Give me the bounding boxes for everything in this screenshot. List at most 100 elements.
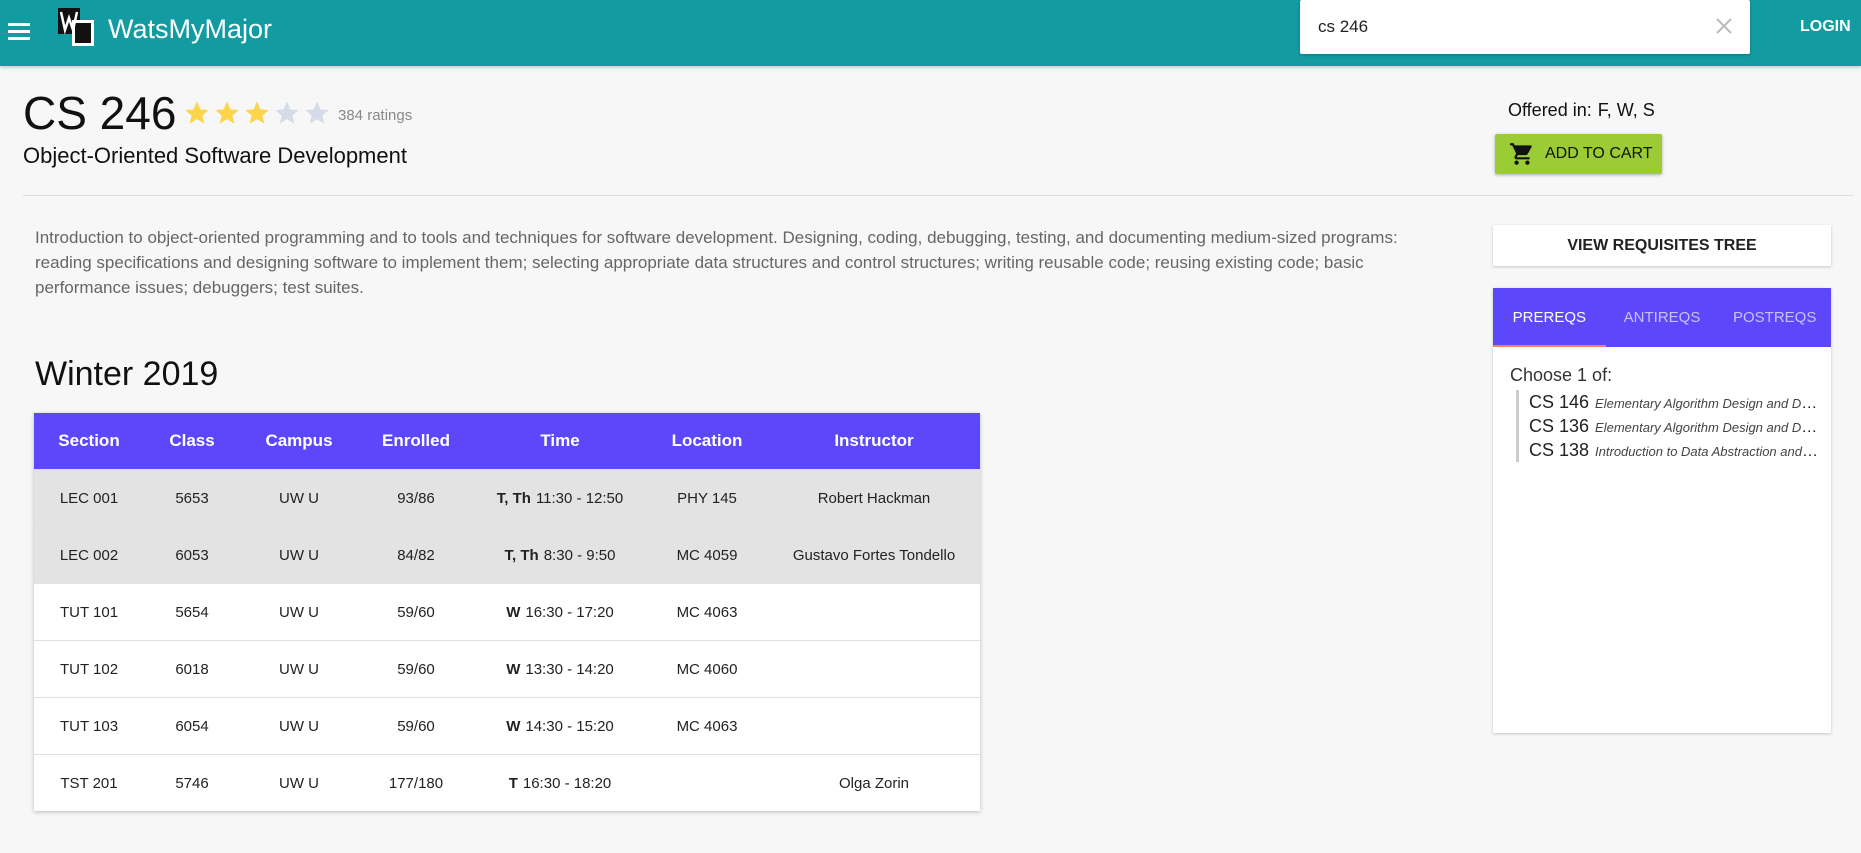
cell-class: 6053	[175, 546, 209, 564]
cell-instructor	[768, 584, 980, 640]
tab-antireqs[interactable]: ANTIREQS	[1606, 288, 1719, 347]
cart-icon	[1510, 143, 1532, 165]
prereq-name: Elementary Algorithm Design and Data Abs…	[1595, 396, 1821, 411]
close-icon[interactable]	[1712, 14, 1736, 38]
requisites-tabs: PREREQS ANTIREQS POSTREQS	[1493, 288, 1831, 347]
cell-section: LEC 002	[59, 546, 119, 564]
search-input[interactable]	[1316, 12, 1696, 42]
prereq-item[interactable]: CS 136 Elementary Algorithm Design and Da…	[1529, 414, 1821, 438]
table-row[interactable]: TST 201 5746 UW U 177/180 T 16:30 - 18:20 Olga…	[34, 754, 980, 811]
course-title: Object-Oriented Software Development	[23, 143, 407, 168]
prereq-item[interactable]: CS 146 Elementary Algorithm Design and Da…	[1529, 390, 1821, 414]
star-icon[interactable]	[183, 99, 211, 127]
cell-section: TUT 101	[59, 603, 119, 621]
top-app-bar: WatsMyMajor LOGIN	[0, 0, 1861, 66]
add-to-cart-label: ADD TO CART	[1545, 145, 1653, 162]
cell-campus: UW U	[279, 717, 319, 735]
cell-time: T, Th 11:30 - 12:50	[474, 470, 646, 526]
cell-enrolled: 84/82	[397, 546, 435, 564]
menu-icon[interactable]	[6, 20, 32, 42]
cell-location: MC 4059	[676, 546, 738, 564]
time-range: 14:30 - 15:20	[525, 717, 614, 735]
cell-campus: UW U	[279, 603, 319, 621]
cell-campus: UW U	[279, 660, 319, 678]
search-box	[1300, 0, 1750, 54]
time-range: 16:30 - 17:20	[525, 603, 614, 621]
time-days: W	[506, 660, 521, 678]
table-header: Section Class Campus Enrolled Time Locat…	[34, 413, 980, 469]
cell-instructor: Gustavo Fortes Tondello	[792, 546, 956, 564]
ratings-count: 384 ratings	[338, 107, 413, 124]
time-days: T, Th	[504, 546, 539, 564]
cell-campus: UW U	[279, 489, 319, 507]
prereq-code[interactable]: CS 138	[1529, 440, 1589, 460]
tab-postreqs[interactable]: POSTREQS	[1718, 288, 1831, 347]
prereq-code[interactable]: CS 136	[1529, 416, 1589, 436]
table-row[interactable]: TUT 103 6054 UW U 59/60 W 14:30 - 15:20 MC 406…	[34, 697, 980, 754]
time-days: W	[506, 603, 521, 621]
table-row[interactable]: LEC 001 5653 UW U 93/86 T, Th 11:30 - 12:50 PH…	[34, 469, 980, 526]
header-class: Class	[169, 431, 215, 450]
star-icon[interactable]	[243, 99, 271, 127]
table-row[interactable]: TUT 101 5654 UW U 59/60 W 16:30 - 17:20 MC 406…	[34, 583, 980, 640]
course-description: Introduction to object-oriented programm…	[35, 228, 1398, 297]
cell-location: PHY 145	[677, 489, 737, 507]
header-enrolled: Enrolled	[381, 431, 450, 450]
tab-prereqs[interactable]: PREREQS	[1493, 288, 1606, 347]
cell-location	[646, 755, 768, 811]
cell-enrolled: 59/60	[397, 717, 435, 735]
cell-campus: UW U	[279, 546, 319, 564]
header-section: Section	[58, 431, 120, 450]
time-range: 11:30 - 12:50	[535, 489, 624, 507]
table-row[interactable]: TUT 102 6018 UW U 59/60 W 13:30 - 14:20 MC 406…	[34, 640, 980, 697]
course-code: CS 246	[23, 87, 177, 139]
cell-instructor	[768, 698, 980, 754]
offered-label: Offered in:	[1508, 100, 1592, 120]
cell-instructor: Olga Zorin	[838, 774, 910, 792]
cell-class: 6054	[175, 717, 209, 735]
cell-campus: UW U	[279, 774, 319, 792]
cell-enrolled: 59/60	[397, 603, 435, 621]
cell-enrolled: 93/86	[397, 489, 435, 507]
logo-icon[interactable]	[56, 6, 98, 48]
cell-instructor: Robert Hackman	[817, 489, 931, 507]
add-to-cart-button[interactable]: ADD TO CART	[1495, 134, 1662, 174]
cell-location: MC 4063	[676, 603, 738, 621]
cell-enrolled: 177/180	[388, 774, 444, 792]
cell-time: T, Th 8:30 - 9:50	[474, 527, 646, 583]
star-icon[interactable]	[303, 99, 331, 127]
prereq-name: Elementary Algorithm Design and Data Abs…	[1595, 420, 1821, 435]
prereq-code[interactable]: CS 146	[1529, 392, 1589, 412]
time-range: 13:30 - 14:20	[525, 660, 614, 678]
view-requisites-tree-button[interactable]: VIEW REQUISITES TREE	[1493, 225, 1831, 266]
cell-section: LEC 001	[59, 489, 119, 507]
brand-name[interactable]: WatsMyMajor	[108, 14, 272, 45]
cell-section: TST 201	[60, 774, 118, 792]
table-row[interactable]: LEC 002 6053 UW U 84/82 T, Th 8:30 - 9:50 MC 4…	[34, 526, 980, 583]
cell-time: T 16:30 - 18:20	[474, 755, 646, 811]
prereq-item[interactable]: CS 138 Introduction to Data Abstraction a…	[1529, 438, 1821, 462]
header-time: Time	[540, 431, 580, 450]
star-icon[interactable]	[273, 99, 301, 127]
star-icon[interactable]	[213, 99, 241, 127]
time-days: T	[508, 774, 518, 792]
cell-section: TUT 103	[59, 717, 119, 735]
time-range: 16:30 - 18:20	[522, 774, 612, 792]
prereq-list: CS 146 Elementary Algorithm Design and Da…	[1516, 390, 1821, 462]
cell-class: 5654	[175, 603, 209, 621]
login-button[interactable]: LOGIN	[1800, 18, 1851, 36]
prereq-name: Introduction to Data Abstraction and Imp…	[1595, 444, 1821, 459]
header-location: Location	[671, 431, 743, 450]
cell-time: W 14:30 - 15:20	[474, 698, 646, 754]
cell-time: W 13:30 - 14:20	[474, 641, 646, 697]
header-divider	[23, 195, 1853, 196]
cell-section: TUT 102	[59, 660, 119, 678]
cell-class: 6018	[175, 660, 209, 678]
time-days: W	[506, 717, 521, 735]
offered-terms: F, W, S	[1597, 100, 1655, 120]
offered-in: Offered in: F, W, S	[1508, 100, 1655, 121]
schedule-table: Section Class Campus Enrolled Time Locat…	[34, 413, 980, 811]
rating-stars[interactable]	[183, 99, 331, 127]
choose-label: Choose 1 of:	[1510, 365, 1613, 385]
cell-class: 5746	[175, 774, 209, 792]
